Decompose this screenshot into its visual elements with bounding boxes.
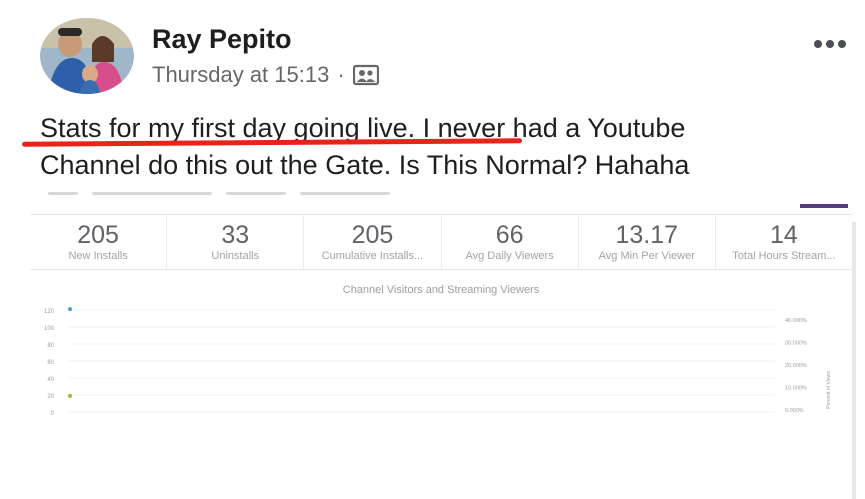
y-right-tick-label: 30.000% [785,341,807,347]
post-meta: Thursday at 15:13 · [152,62,379,88]
stat-value: 33 [221,221,250,249]
stat-value: 205 [351,221,394,249]
faded-header-text [48,192,468,198]
stat-label: Avg Min Per Viewer [598,250,695,262]
stat-new-installs: 205 New Installs [30,215,168,269]
stat-value: 66 [495,221,524,249]
author-name[interactable]: Ray Pepito [152,24,292,55]
stat-avg-daily-viewers: 66 Avg Daily Viewers [442,215,579,269]
y-right-axis-label: Percent of Views [826,371,832,409]
stat-uninstalls: 33 Uninstalls [167,215,305,269]
selected-tab-indicator [800,204,848,208]
stat-label: Cumulative Installs... [321,250,424,262]
facebook-post: Ray Pepito Thursday at 15:13 · Stats for… [0,0,865,499]
stat-total-hours-streamed: 14 Total Hours Stream... [716,215,852,269]
data-point-series-1 [68,307,72,312]
y-left-tick-label: 40 [47,377,54,383]
y-right-tick-label: 20.000% [785,363,807,369]
scrollbar [852,222,856,499]
meta-separator: · [337,62,345,87]
friends-icon[interactable] [352,64,379,86]
stat-cumulative-installs: 205 Cumulative Installs... [304,215,442,269]
stat-avg-min-per-viewer: 13.17 Avg Min Per Viewer [579,215,716,269]
post-text: Stats for my first day going live. I nev… [40,110,860,184]
visitors-chart: 0 20 40 60 80 100 120 0.000% 10.000% 20.000% 30.00… [44,307,832,417]
stat-value: 14 [770,221,798,249]
post-text-line-2: Channel do this out the Gate. Is This No… [40,150,690,180]
y-left-tick-label: 100 [44,326,55,332]
post-timestamp[interactable]: Thursday at 15:13 [152,62,329,88]
data-point-series-2 [68,393,72,398]
stats-screenshot[interactable]: 205 New Installs 33 Uninstalls 205 Cumul… [30,192,865,499]
stat-label: New Installs [68,250,128,262]
chart-title: Channel Visitors and Streaming Viewers [342,284,540,296]
stat-label: Avg Daily Viewers [465,250,554,262]
stat-label: Total Hours Stream... [732,250,836,262]
y-right-tick-label: 0.000% [785,408,804,414]
stat-value: 205 [77,221,119,249]
y-left-tick-label: 20 [47,394,54,400]
stat-label: Uninstalls [211,250,260,262]
y-right-tick-label: 10.000% [785,386,807,392]
avatar[interactable] [40,18,134,94]
y-right-tick-label: 40.000% [785,318,807,324]
more-options-icon[interactable] [808,30,852,58]
y-left-tick-label: 80 [47,343,54,349]
stats-row: 205 New Installs 33 Uninstalls 205 Cumul… [30,214,852,270]
stat-value: 13.17 [615,221,679,249]
y-left-tick-label: 60 [47,360,54,366]
avatar-photo [40,18,134,94]
y-left-tick-label: 0 [51,411,55,417]
y-left-tick-label: 120 [44,309,55,315]
